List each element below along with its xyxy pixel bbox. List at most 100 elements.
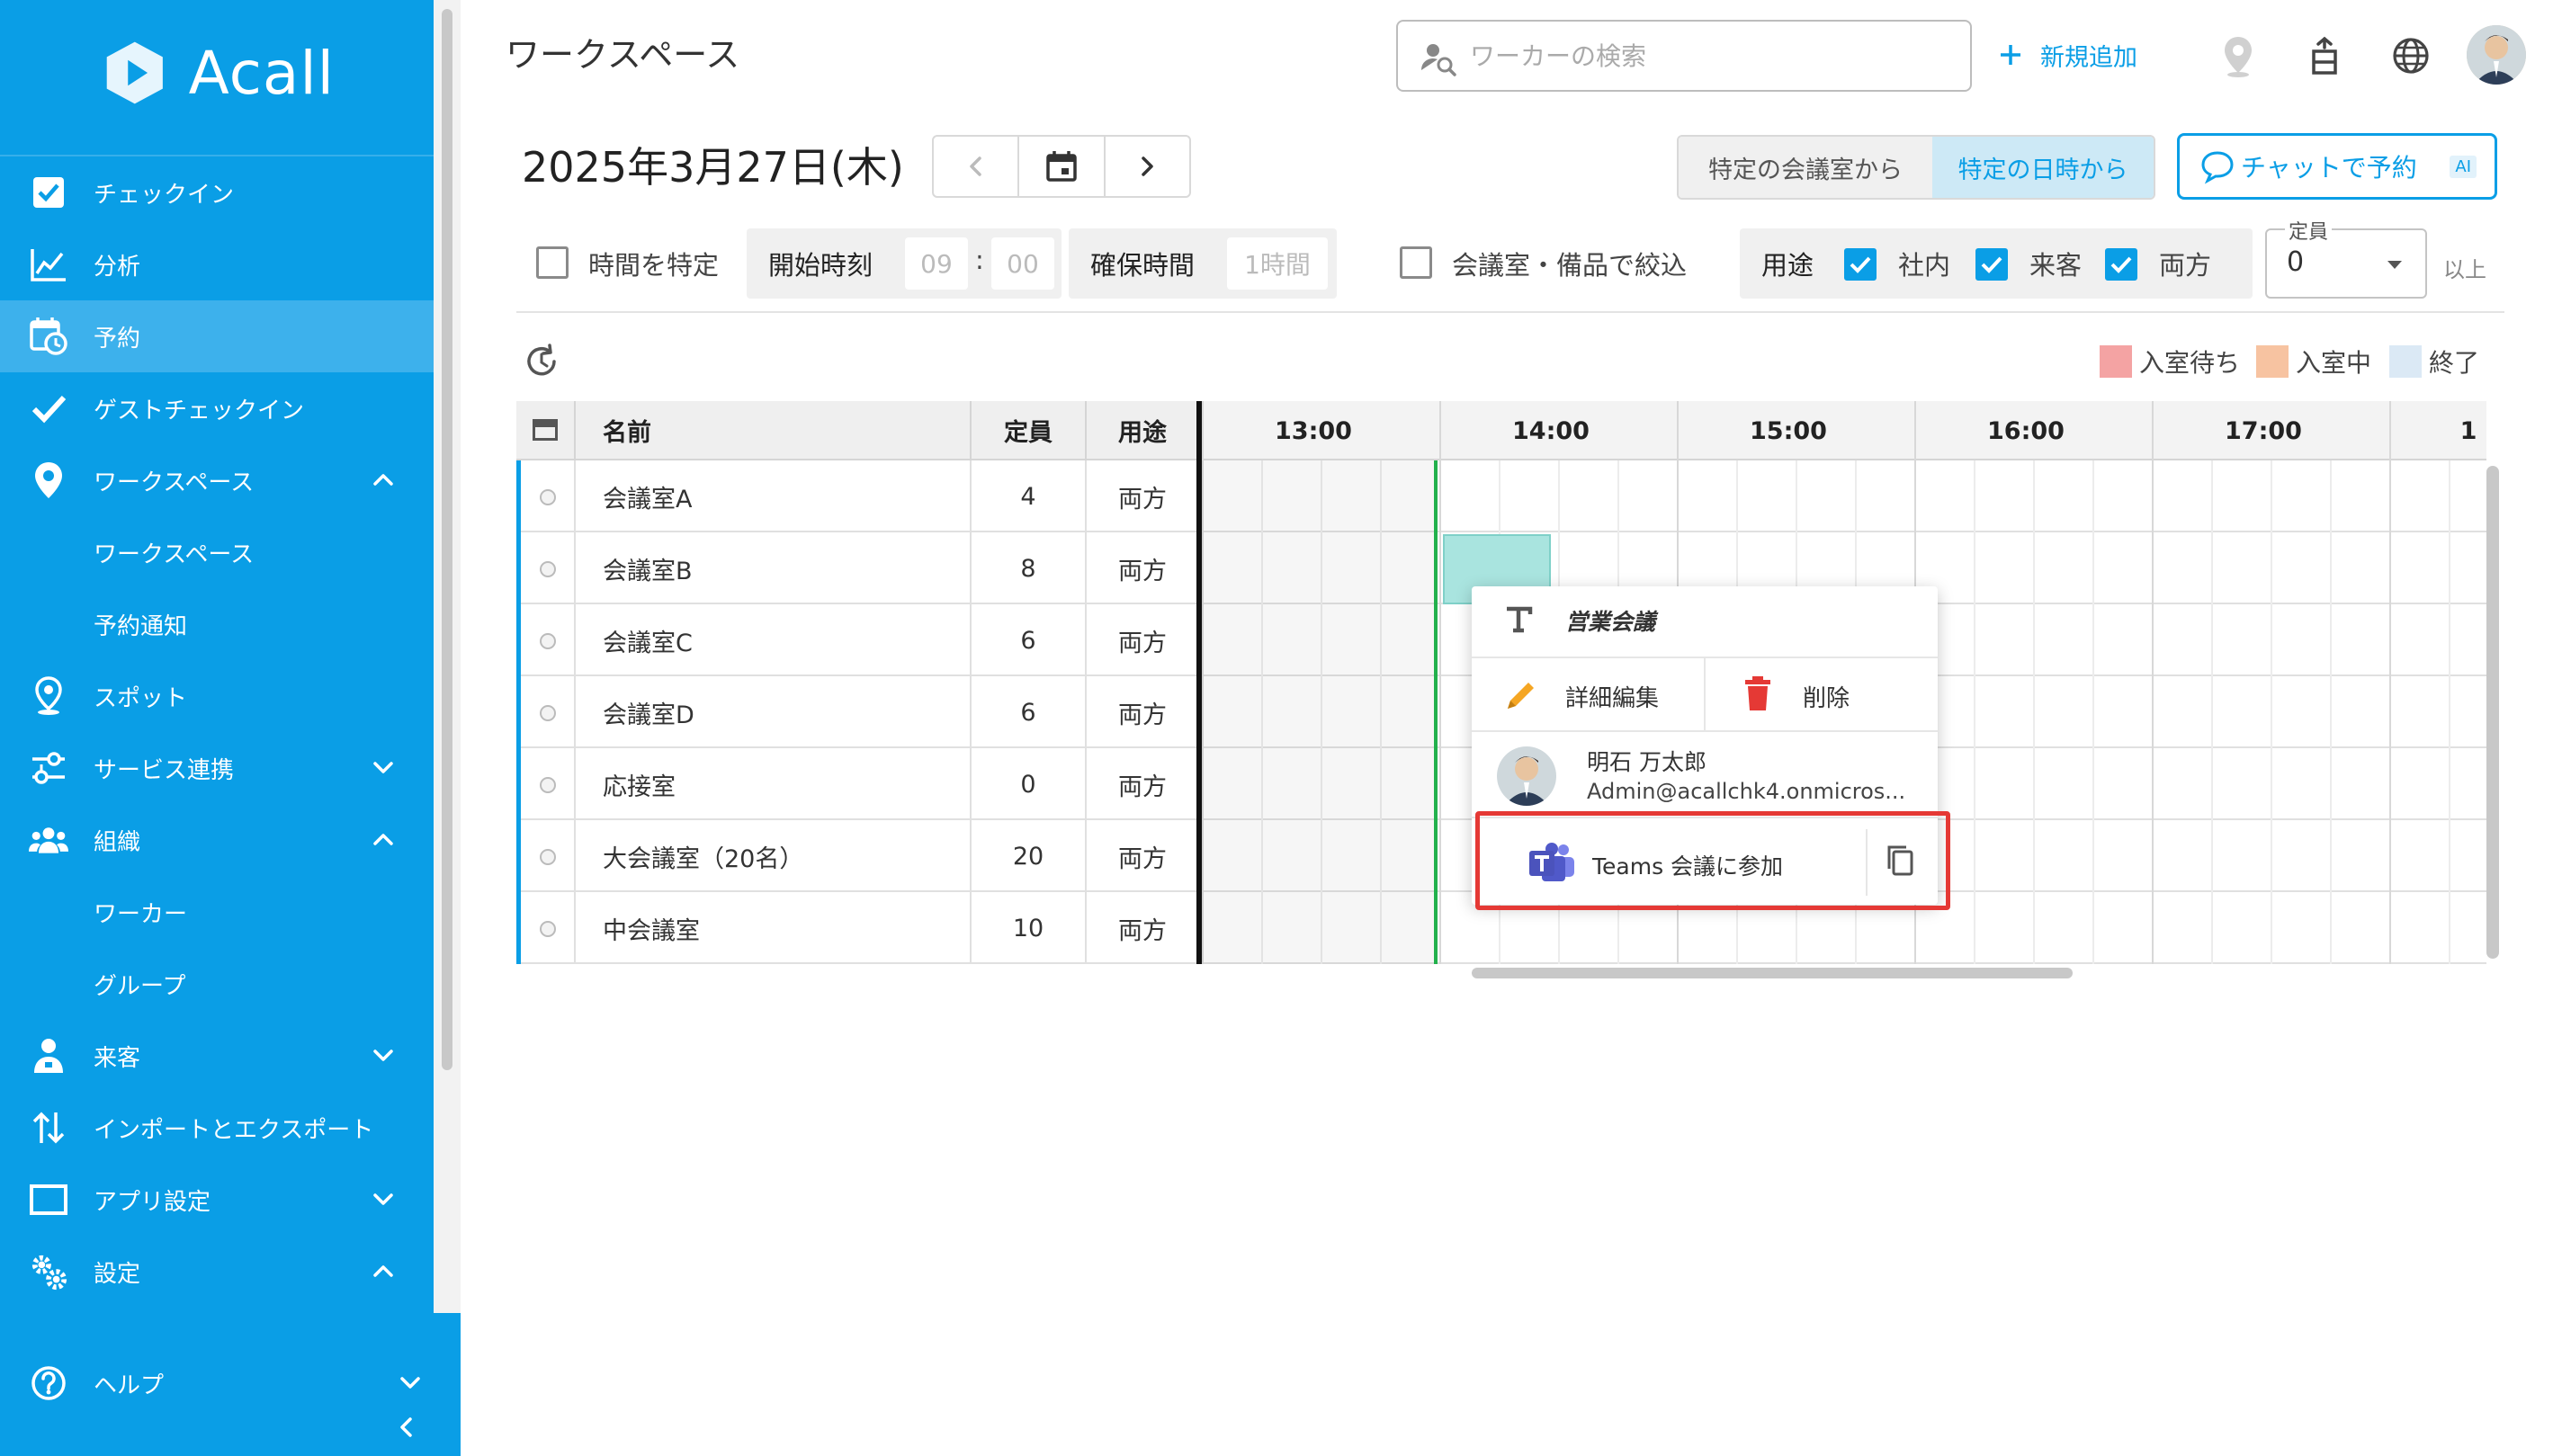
capacity-select[interactable]: 定員 0 xyxy=(2265,216,2427,299)
room-filter-label: 会議室・備品で絞込 xyxy=(1452,250,1688,281)
sidebar-item-6[interactable]: 予約通知 xyxy=(0,588,434,660)
location-icon[interactable] xyxy=(2213,31,2263,81)
add-new-button[interactable]: 新規追加 xyxy=(1995,32,2137,77)
row-select-cell[interactable] xyxy=(516,748,576,820)
sidebar-item-1[interactable]: 分析 xyxy=(0,228,434,300)
usage-visitor-checkbox[interactable] xyxy=(1975,248,2008,281)
search-input[interactable] xyxy=(1470,34,1956,77)
acall-logo[interactable]: Acall xyxy=(101,32,335,113)
usage-column-header[interactable]: 用途 xyxy=(1087,401,1200,460)
chevron-up-icon[interactable] xyxy=(369,466,398,495)
edit-details-button[interactable]: 詳細編集 xyxy=(1472,658,1704,730)
time-separator: : xyxy=(975,245,984,275)
sidebar-item-label: 組織 xyxy=(94,828,141,856)
chevron-left-icon[interactable] xyxy=(394,1412,419,1443)
name-column-header[interactable]: 名前 xyxy=(576,401,972,460)
sidebar-item-2[interactable]: 予約 xyxy=(0,300,434,372)
notice-board-icon[interactable] xyxy=(2299,31,2350,81)
row-radio[interactable] xyxy=(540,921,556,937)
timeline-horizontal-scrollbar[interactable] xyxy=(1472,968,2073,978)
row-radio[interactable] xyxy=(540,561,556,577)
row-select-cell[interactable] xyxy=(516,676,576,748)
sidebar-item-3[interactable]: ゲストチェックイン xyxy=(0,372,434,444)
globe-icon[interactable] xyxy=(2386,31,2436,81)
sidebar-item-12[interactable]: 来客 xyxy=(0,1020,434,1092)
integration-icon xyxy=(29,748,68,788)
prev-day-button[interactable] xyxy=(934,137,1020,196)
row-radio[interactable] xyxy=(540,633,556,649)
refresh-icon[interactable] xyxy=(522,342,561,381)
mode-by-room-button[interactable]: 特定の会議室から xyxy=(1679,137,1932,198)
timeline-gridline xyxy=(2449,460,2450,964)
sidebar-item-label: 予約通知 xyxy=(94,612,188,640)
table-row[interactable]: 会議室A 4 両方 xyxy=(516,460,2486,532)
row-select-cell[interactable] xyxy=(516,460,576,532)
chevron-down-icon[interactable] xyxy=(369,1185,398,1214)
row-select-cell[interactable] xyxy=(516,532,576,604)
room-capacity: 4 xyxy=(972,460,1087,532)
timeline-vertical-scrollbar[interactable] xyxy=(2486,466,2499,959)
chart-icon xyxy=(29,245,68,284)
row-radio[interactable] xyxy=(540,777,556,793)
timeline-gridline xyxy=(2033,460,2035,964)
sidebar-item-13[interactable]: インポートとエクスポート xyxy=(0,1092,434,1164)
pencil-icon xyxy=(1508,683,1534,709)
mode-by-datetime-button[interactable]: 特定の日時から xyxy=(1932,137,2154,198)
sidebar-item-help[interactable]: ヘルプ xyxy=(0,1347,434,1419)
chevron-up-icon[interactable] xyxy=(369,1257,398,1286)
row-select-cell[interactable] xyxy=(516,820,576,892)
row-radio[interactable] xyxy=(540,849,556,865)
user-avatar[interactable] xyxy=(2467,25,2526,85)
sidebar-item-10[interactable]: ワーカー xyxy=(0,876,434,948)
capacity-column-header[interactable]: 定員 xyxy=(972,401,1087,460)
room-usage: 両方 xyxy=(1087,820,1200,892)
sidebar-item-11[interactable]: グループ xyxy=(0,948,434,1020)
chat-reserve-button[interactable]: チャットで予約 AI xyxy=(2177,133,2497,200)
next-day-button[interactable] xyxy=(1106,137,1189,196)
room-name[interactable]: 大会議室（20名） xyxy=(576,820,972,892)
chevron-down-icon[interactable] xyxy=(369,1041,398,1070)
row-radio[interactable] xyxy=(540,705,556,721)
select-all-checkbox[interactable] xyxy=(533,419,558,441)
spot-pin-icon xyxy=(29,676,68,716)
row-select-cell[interactable] xyxy=(516,604,576,676)
dropdown-arrow-icon xyxy=(2387,261,2402,269)
room-name[interactable]: 会議室A xyxy=(576,460,972,532)
chevron-up-icon[interactable] xyxy=(369,826,398,854)
hour-label: 16:00 xyxy=(1987,417,2065,445)
specify-time-checkbox[interactable] xyxy=(536,246,569,279)
room-name[interactable]: 会議室D xyxy=(576,676,972,748)
sidebar-item-4[interactable]: ワークスペース xyxy=(0,444,434,516)
sidebar-item-9[interactable]: 組織 xyxy=(0,804,434,876)
sidebar-scrollbar[interactable] xyxy=(434,0,461,1313)
row-radio[interactable] xyxy=(540,489,556,505)
sidebar-item-8[interactable]: サービス連携 xyxy=(0,732,434,804)
room-name[interactable]: 会議室B xyxy=(576,532,972,604)
room-name[interactable]: 中会議室 xyxy=(576,892,972,964)
row-select-cell[interactable] xyxy=(516,892,576,964)
room-name[interactable]: 応接室 xyxy=(576,748,972,820)
calendar-button[interactable] xyxy=(1019,137,1106,196)
capacity-value: 0 xyxy=(2287,246,2305,278)
legend-waiting-swatch xyxy=(2100,345,2132,378)
sidebar-item-label: スポット xyxy=(94,684,188,712)
worker-search[interactable] xyxy=(1396,20,1972,92)
duration-input[interactable]: 1時間 xyxy=(1227,237,1328,290)
sidebar-item-5[interactable]: ワークスペース xyxy=(0,516,434,588)
start-minute-input[interactable]: 00 xyxy=(991,237,1054,290)
sidebar-scroll-thumb[interactable] xyxy=(442,9,452,1070)
usage-internal-checkbox[interactable] xyxy=(1844,248,1877,281)
usage-both-checkbox[interactable] xyxy=(2105,248,2137,281)
room-capacity: 6 xyxy=(972,676,1087,748)
row-accent-bar xyxy=(516,460,521,964)
sidebar-item-7[interactable]: スポット xyxy=(0,660,434,732)
start-hour-input[interactable]: 09 xyxy=(905,237,968,290)
room-filter-checkbox[interactable] xyxy=(1400,246,1432,279)
sidebar-item-14[interactable]: アプリ設定 xyxy=(0,1164,434,1236)
room-name[interactable]: 会議室C xyxy=(576,604,972,676)
delete-button[interactable]: 削除 xyxy=(1706,658,1938,730)
sidebar-item-15[interactable]: 設定 xyxy=(0,1236,434,1308)
sidebar-item-0[interactable]: チェックイン xyxy=(0,156,434,228)
chevron-down-icon[interactable] xyxy=(369,754,398,782)
chevron-down-icon[interactable] xyxy=(396,1369,425,1398)
